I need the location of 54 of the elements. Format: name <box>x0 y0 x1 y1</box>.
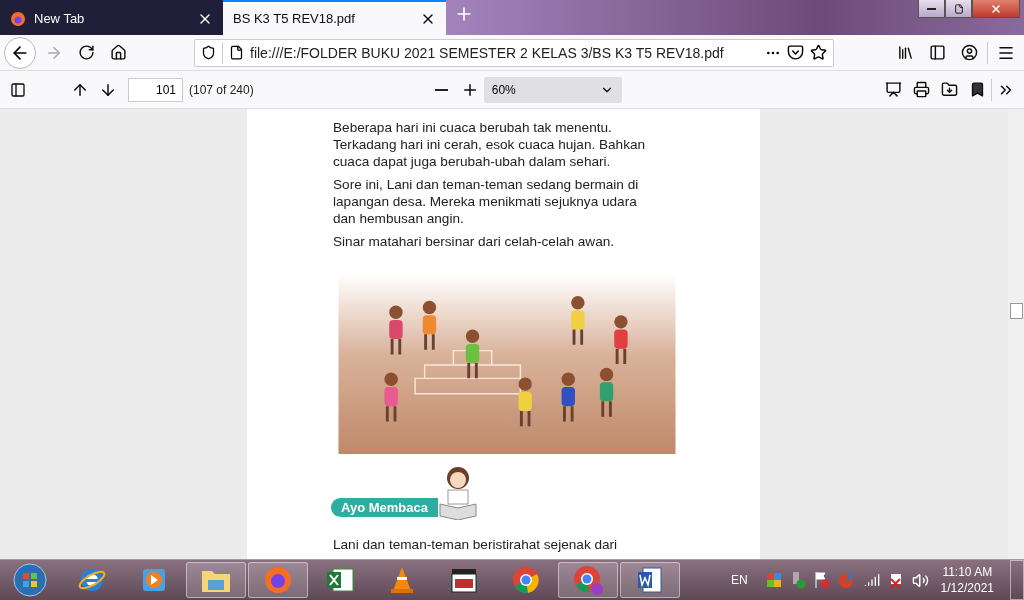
taskbar-button[interactable] <box>620 562 680 598</box>
account-icon <box>960 44 978 61</box>
star-icon[interactable] <box>810 44 827 61</box>
address-bar[interactable]: file:///E:/FOLDER BUKU 2021 SEMESTER 2 KELAS 3/BS K3 T5 REV18.pdf <box>194 38 834 67</box>
page-count-label: (107 of 240) <box>189 82 254 97</box>
browser-tab[interactable]: New Tab <box>0 0 223 35</box>
traffic-cone-icon[interactable] <box>388 565 416 595</box>
clock[interactable]: 11:10 AM 1/12/2021 <box>940 564 994 596</box>
restore-button[interactable] <box>945 0 972 18</box>
section-label: Ayo Membaca <box>331 498 438 517</box>
antivirus-icon[interactable] <box>765 572 782 588</box>
page-number-field[interactable]: 101 <box>128 77 183 102</box>
sidebar-icon <box>10 81 26 98</box>
library-icon <box>896 44 914 61</box>
paragraph: Sinar matahari bersinar dari celah-celah awan. <box>333 233 616 250</box>
flag-error-icon[interactable] <box>813 571 830 589</box>
tab-title: BS K3 T5 REV18.pdf <box>233 11 356 26</box>
home-icon <box>109 44 127 61</box>
minus-icon <box>435 88 449 91</box>
restore-icon <box>953 3 964 14</box>
firefox-icon <box>10 10 26 27</box>
shield-icon[interactable] <box>201 45 216 60</box>
back-button[interactable] <box>4 36 36 69</box>
spreadsheet-icon[interactable] <box>325 565 355 595</box>
pocket-icon[interactable] <box>787 44 804 61</box>
url-text: file:///E:/FOLDER BUKU 2021 SEMESTER 2 KELAS 3/BS K3 T5 REV18.pdf <box>250 44 725 61</box>
signal-icon[interactable] <box>863 572 880 588</box>
scroll-thumb[interactable] <box>1010 303 1023 319</box>
tab-title: New Tab <box>34 11 86 26</box>
start-button[interactable] <box>12 562 48 598</box>
girl-reading-drawing <box>437 464 478 520</box>
file-icon <box>229 45 244 60</box>
document-w-icon[interactable] <box>635 565 665 595</box>
zoom-select[interactable]: 60% <box>483 76 622 103</box>
scrollbar[interactable] <box>1008 109 1024 559</box>
presentation-icon <box>884 81 902 98</box>
volume-icon[interactable] <box>911 571 929 589</box>
close-icon <box>990 2 1002 15</box>
print-icon <box>912 81 930 98</box>
chrome-icon[interactable] <box>511 565 541 595</box>
paragraph: Lani dan teman-teman beristirahat sejenak dari <box>333 536 619 553</box>
paragraph: Beberapa hari ini cuaca berubah tak menentu. Terkadang hari ini cerah, esok cuaca hujan. Bahkan cuaca dapat juga berubah-ubah dalam sehari. <box>333 119 647 170</box>
chrome-profile-icon[interactable] <box>572 564 604 596</box>
sidebar-icon <box>928 44 946 61</box>
minimize-icon <box>927 7 936 10</box>
media-player-icon[interactable] <box>140 566 168 594</box>
close-button[interactable] <box>972 0 1020 18</box>
browser-tab[interactable]: BS K3 T5 REV18.pdf <box>223 0 446 35</box>
reload-icon <box>77 44 95 61</box>
minimize-button[interactable] <box>918 0 945 18</box>
language-indicator[interactable]: EN <box>730 573 748 587</box>
save-icon <box>940 81 958 98</box>
paragraph: Sore ini, Lani dan teman-teman sedang bermain di lapangan desa. Mereka menikmati sejuknya udara dan hembusan angin. <box>333 176 640 227</box>
show-desktop-button[interactable] <box>1010 560 1024 600</box>
